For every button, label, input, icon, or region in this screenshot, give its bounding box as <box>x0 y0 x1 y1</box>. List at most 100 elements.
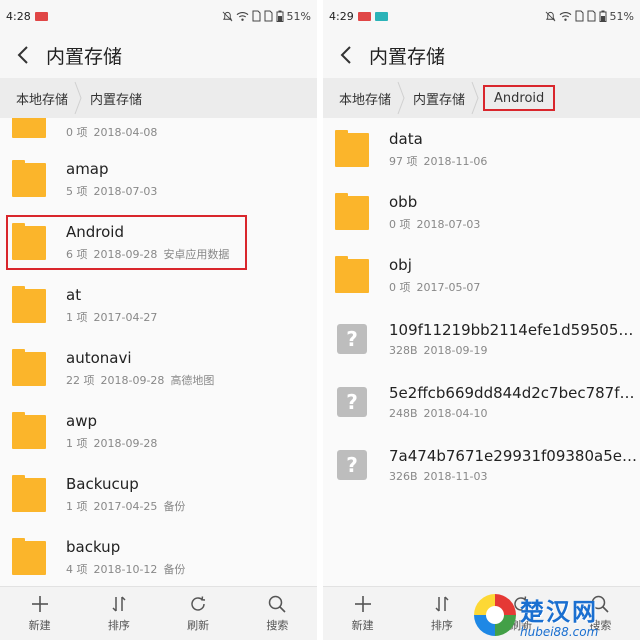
breadcrumb-local-storage[interactable]: 本地存储 <box>10 78 74 118</box>
item-date: 2018-04-08 <box>93 126 158 139</box>
file-list: data 97 项 2018-11-06 obb 0 项 2018-07-03 ob… <box>323 118 640 586</box>
sort-label: 排序 <box>107 619 130 632</box>
sort-button[interactable]: 排序 <box>412 594 472 633</box>
list-item[interactable]: at 1 项 2017-04-27 <box>0 274 317 337</box>
wifi-icon <box>559 11 571 21</box>
new-label: 新建 <box>351 619 374 632</box>
list-item[interactable]: 0 项 2018-04-08 <box>0 118 317 148</box>
item-description: 安卓应用数据 <box>163 248 230 261</box>
unknown-file-icon: ? <box>337 323 367 354</box>
item-name: backup <box>66 538 121 556</box>
search-label: 搜索 <box>266 619 289 632</box>
mute-icon <box>222 11 232 21</box>
item-date: 2018-11-03 <box>423 469 488 483</box>
item-size: 248B <box>389 406 418 420</box>
item-name: at <box>66 286 82 304</box>
breadcrumb-internal-storage[interactable]: 内置存储 <box>84 78 148 118</box>
item-name: 109f11219bb2114efe1d59505af97... <box>389 320 639 339</box>
refresh-button[interactable]: 刷新 <box>168 594 228 633</box>
list-item[interactable]: ? 5e2ffcb669dd844d2c7bec787f408... 248B 2… <box>323 370 640 433</box>
watermark-emblem-icon <box>474 594 516 636</box>
page-title: 内置存储 <box>369 45 446 68</box>
new-button[interactable]: 新建 <box>333 594 393 633</box>
file-list: 0 项 2018-04-08 amap 5 项 2018-07-03 Android… <box>0 118 317 586</box>
breadcrumb: 本地存储 内置存储 <box>0 78 317 118</box>
list-item[interactable]: obb 0 项 2018-07-03 <box>323 181 640 244</box>
list-item[interactable]: backup 4 项 2018-10-12 备份 <box>0 526 317 586</box>
item-count: 5 项 <box>66 185 88 198</box>
list-item[interactable]: Backucup 1 项 2017-04-25 备份 <box>0 463 317 526</box>
sort-button[interactable]: 排序 <box>89 594 149 633</box>
folder-icon <box>12 411 46 449</box>
folder-icon <box>335 129 369 167</box>
breadcrumb-internal-storage[interactable]: 内置存储 <box>407 78 471 118</box>
item-count: 97 项 <box>389 155 418 168</box>
new-button[interactable]: 新建 <box>10 594 70 633</box>
list-item[interactable]: awp 1 项 2018-09-28 <box>0 400 317 463</box>
item-name: Backucup <box>66 475 139 493</box>
list-item[interactable]: amap 5 项 2018-07-03 <box>0 148 317 211</box>
sim-icon <box>575 10 584 22</box>
item-description: 高德地图 <box>170 374 215 387</box>
back-arrow-icon <box>17 46 28 64</box>
item-date: 2018-07-03 <box>93 185 158 198</box>
status-time: 4:28 <box>6 9 31 23</box>
folder-icon <box>12 537 46 575</box>
list-item[interactable]: ? 7a474b7671e29931f09380a5ecba... 326B 20… <box>323 433 640 496</box>
item-size: 326B <box>389 469 418 483</box>
title-bar: 内置存储 <box>323 32 640 78</box>
item-date: 2018-04-10 <box>423 406 488 420</box>
list-item-android[interactable]: Android 6 项 2018-09-28 安卓应用数据 <box>0 211 317 274</box>
item-description: 备份 <box>163 563 186 576</box>
list-item[interactable]: data 97 项 2018-11-06 <box>323 118 640 181</box>
battery-percent: 51% <box>286 9 311 23</box>
folder-icon <box>12 118 46 138</box>
search-icon <box>269 595 286 613</box>
item-date: 2017-04-25 <box>93 500 158 513</box>
new-label: 新建 <box>28 619 51 632</box>
item-name: awp <box>66 412 97 430</box>
item-name: autonavi <box>66 349 132 367</box>
status-bar: 4:28 51% <box>0 0 317 32</box>
item-date: 2017-04-27 <box>93 311 158 324</box>
sort-icon <box>435 596 449 612</box>
folder-icon <box>335 255 369 293</box>
unknown-file-icon: ? <box>337 386 367 417</box>
item-size: 328B <box>389 343 418 357</box>
back-button[interactable] <box>10 40 36 70</box>
item-date: 2018-09-19 <box>423 343 488 357</box>
search-button[interactable]: 搜索 <box>247 594 307 633</box>
item-name: obj <box>389 256 412 274</box>
breadcrumb-separator-icon <box>471 78 481 118</box>
status-time: 4:29 <box>329 9 354 23</box>
item-count: 0 项 <box>389 281 411 294</box>
folder-icon <box>12 222 46 260</box>
wifi-icon <box>236 11 248 21</box>
battery-percent: 51% <box>609 9 634 23</box>
breadcrumb-local-storage[interactable]: 本地存储 <box>333 78 397 118</box>
breadcrumb-separator-icon <box>397 78 407 118</box>
sort-icon <box>112 596 126 612</box>
sim-icon <box>587 10 596 22</box>
list-item[interactable]: autonavi 22 项 2018-09-28 高德地图 <box>0 337 317 400</box>
folder-icon <box>12 348 46 386</box>
item-count: 1 项 <box>66 311 88 324</box>
sim-icon <box>252 10 261 22</box>
item-description: 备份 <box>163 500 186 513</box>
item-count: 0 项 <box>66 126 88 139</box>
item-count: 1 项 <box>66 500 88 513</box>
list-item[interactable]: ? 109f11219bb2114efe1d59505af97... 328B 2… <box>323 307 640 370</box>
breadcrumb: 本地存储 内置存储 Android <box>323 78 640 118</box>
battery-icon <box>276 10 284 22</box>
breadcrumb-android[interactable]: Android <box>483 85 556 111</box>
item-date: 2018-07-03 <box>416 218 481 231</box>
watermark-site-name: 楚汉网 <box>520 597 598 626</box>
item-count: 6 项 <box>66 248 88 261</box>
title-bar: 内置存储 <box>0 32 317 78</box>
item-count: 22 项 <box>66 374 95 387</box>
plus-icon <box>31 596 48 612</box>
back-arrow-icon <box>340 46 351 64</box>
back-button[interactable] <box>333 40 359 70</box>
list-item[interactable]: obj 0 项 2017-05-07 <box>323 244 640 307</box>
item-name: Android <box>66 223 124 241</box>
